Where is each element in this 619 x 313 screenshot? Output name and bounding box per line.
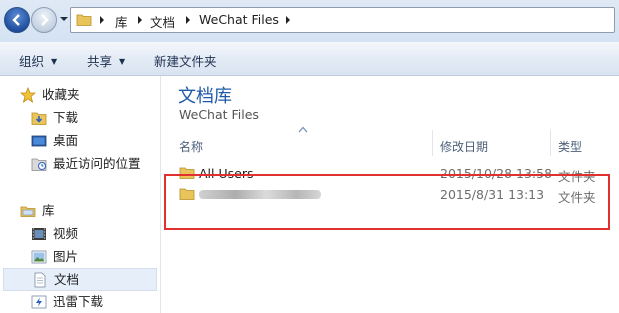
nav-pictures-label: 图片 bbox=[53, 249, 79, 264]
organize-label: 组织 bbox=[19, 54, 45, 69]
breadcrumb-libraries[interactable]: 库 bbox=[115, 12, 128, 31]
downloads-folder-icon bbox=[31, 112, 47, 125]
recent-pages-dropdown-icon[interactable] bbox=[59, 14, 69, 24]
organize-button[interactable]: 组织 ▼ bbox=[19, 51, 57, 70]
file-list-pane: 文档库 WeChat Files 名称 修改日期 类型 All Users 20… bbox=[161, 76, 619, 313]
chevron-down-icon: ▼ bbox=[119, 57, 126, 66]
forward-button[interactable] bbox=[31, 7, 57, 33]
back-button[interactable] bbox=[4, 7, 30, 33]
nav-libraries-label: 库 bbox=[42, 203, 55, 218]
nav-favorites-label: 收藏夹 bbox=[42, 87, 80, 102]
address-path-box[interactable]: 库 文档 WeChat Files bbox=[70, 7, 615, 33]
desktop-icon bbox=[31, 135, 47, 147]
chevron-down-icon: ▼ bbox=[51, 57, 58, 66]
address-bar: 库 文档 WeChat Files bbox=[0, 0, 619, 42]
nav-videos-label: 视频 bbox=[53, 226, 79, 241]
file-modified: 2015/8/31 13:13 bbox=[440, 187, 545, 202]
breadcrumb-documents[interactable]: 文档 bbox=[150, 12, 175, 31]
star-icon bbox=[20, 87, 36, 103]
file-modified: 2015/10/28 13:58 bbox=[440, 166, 553, 181]
share-label: 共享 bbox=[87, 54, 113, 69]
new-folder-button[interactable]: 新建文件夹 bbox=[154, 51, 217, 70]
library-subtitle: WeChat Files bbox=[179, 107, 259, 122]
column-header-type[interactable]: 类型 bbox=[558, 138, 582, 155]
file-name: All Users bbox=[199, 166, 254, 181]
thunder-download-icon bbox=[31, 295, 47, 309]
nav-downloads-label: 下载 bbox=[53, 110, 79, 125]
video-icon bbox=[32, 228, 46, 240]
folder-icon bbox=[179, 188, 195, 200]
navigation-pane: 收藏夹 下载 桌面 最近访问的位置 库 视频 图片 文档 迅雷下载 bbox=[0, 76, 161, 313]
column-header-modified[interactable]: 修改日期 bbox=[440, 138, 488, 155]
file-type: 文件夹 bbox=[558, 190, 596, 205]
nav-documents[interactable]: 文档 bbox=[3, 268, 157, 291]
breadcrumb-separator-icon[interactable] bbox=[184, 15, 192, 25]
recent-places-icon bbox=[31, 158, 47, 171]
nav-thunder-downloads-label: 迅雷下载 bbox=[53, 294, 104, 309]
breadcrumb-wechat-files[interactable]: WeChat Files bbox=[199, 12, 279, 27]
column-divider[interactable] bbox=[432, 130, 433, 156]
documents-icon bbox=[34, 272, 46, 288]
nav-recent-places-label: 最近访问的位置 bbox=[53, 156, 141, 171]
folder-icon bbox=[179, 167, 195, 179]
forward-arrow-icon bbox=[41, 14, 49, 26]
share-button[interactable]: 共享 ▼ bbox=[87, 51, 125, 70]
breadcrumb-separator-icon[interactable] bbox=[284, 15, 292, 25]
column-divider[interactable] bbox=[550, 130, 551, 156]
nav-documents-label: 文档 bbox=[54, 272, 80, 287]
nav-desktop-label: 桌面 bbox=[53, 133, 79, 148]
back-arrow-icon bbox=[12, 14, 20, 26]
column-header-name[interactable]: 名称 bbox=[179, 138, 203, 155]
command-bar: 组织 ▼ 共享 ▼ 新建文件夹 bbox=[0, 42, 619, 76]
blurred-file-name bbox=[199, 190, 321, 199]
folder-icon bbox=[76, 14, 92, 26]
file-row[interactable]: 2015/8/31 13:13 文件夹 bbox=[161, 183, 619, 205]
libraries-icon bbox=[20, 206, 36, 217]
breadcrumb-separator-icon[interactable] bbox=[136, 15, 144, 25]
sort-ascending-icon bbox=[298, 126, 308, 133]
breadcrumb-separator-icon[interactable] bbox=[98, 15, 106, 25]
library-title: 文档库 bbox=[178, 86, 232, 107]
pictures-icon bbox=[31, 250, 47, 264]
file-row[interactable]: All Users 2015/10/28 13:58 文件夹 bbox=[161, 162, 619, 184]
